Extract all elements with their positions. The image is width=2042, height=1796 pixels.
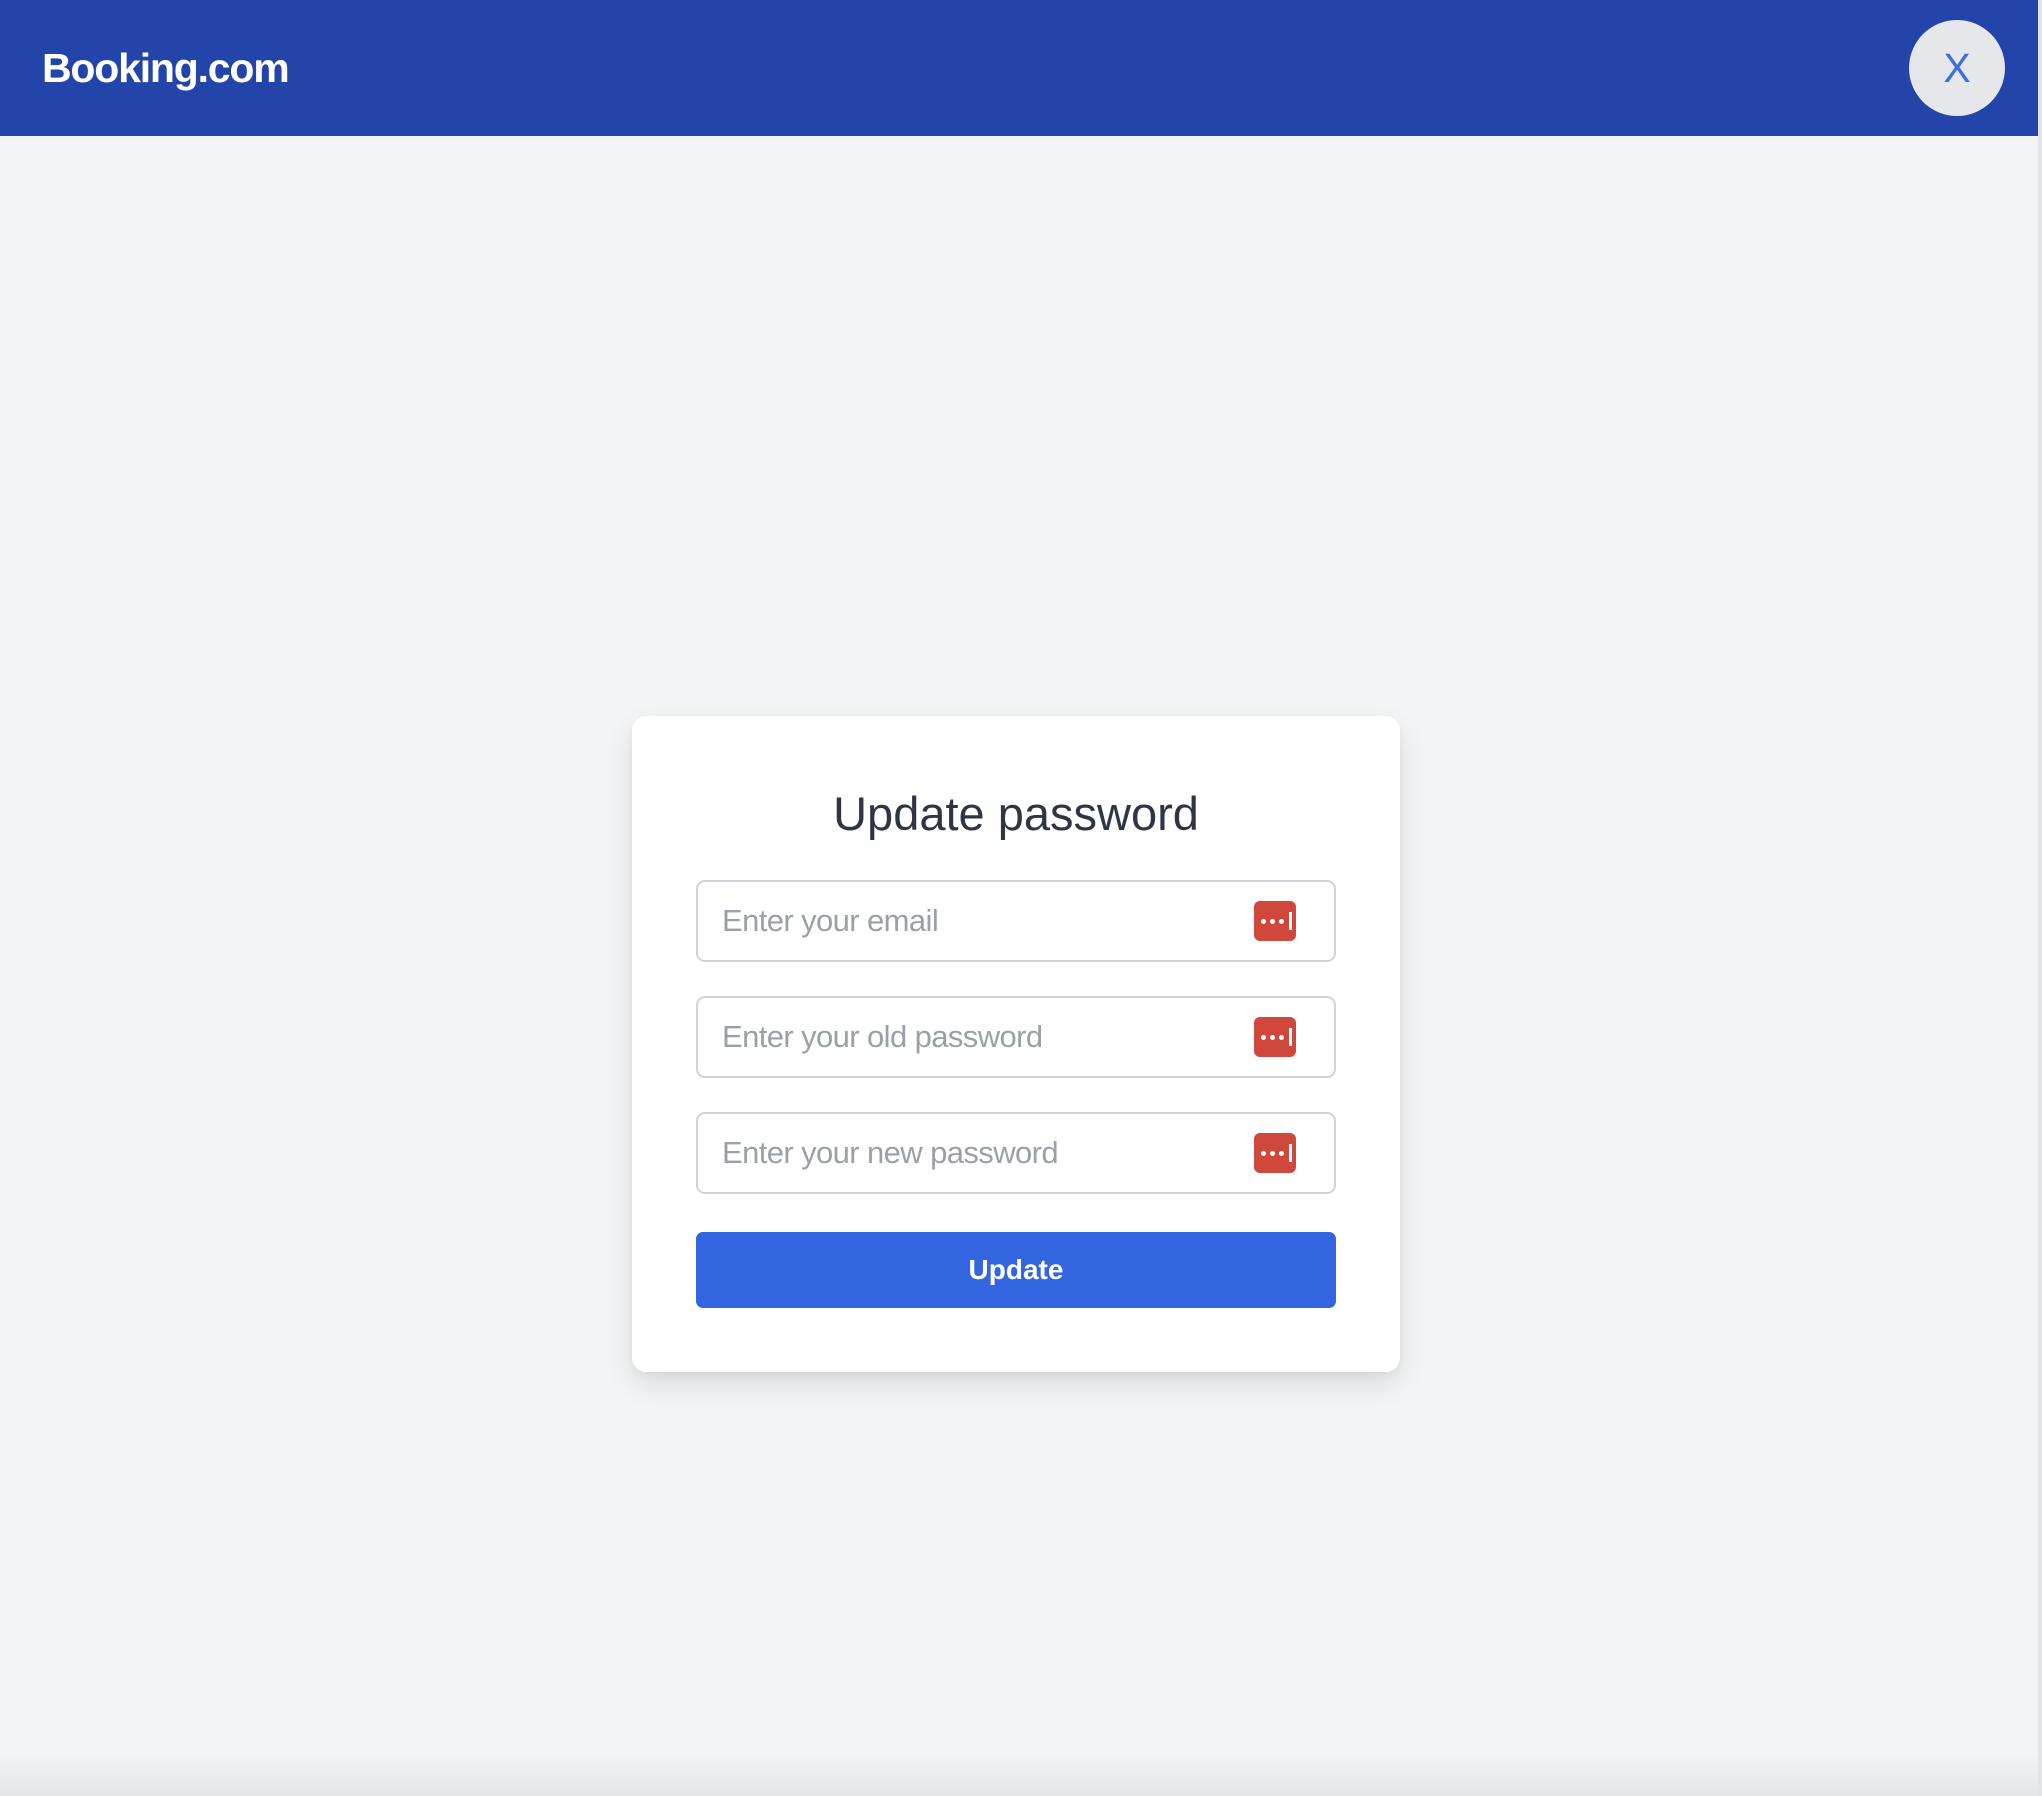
dot-icon: [1261, 1151, 1266, 1156]
cursor-bar-icon: [1289, 912, 1292, 930]
dot-icon: [1261, 919, 1266, 924]
window-edge: [2038, 0, 2042, 1796]
dot-icon: [1279, 1151, 1284, 1156]
password-manager-icon[interactable]: [1254, 901, 1296, 941]
bottom-shadow: [0, 1752, 2038, 1796]
old-password-field-container[interactable]: [696, 996, 1336, 1078]
update-password-card: Update password Enter your email Update: [632, 716, 1400, 1372]
new-password-field[interactable]: [722, 1114, 1242, 1192]
brand-logo[interactable]: Booking.com: [42, 44, 290, 92]
page-title: Update password: [833, 787, 1199, 840]
email-field-container[interactable]: [696, 880, 1336, 962]
dot-icon: [1270, 1151, 1275, 1156]
dot-icon: [1270, 919, 1275, 924]
password-manager-icon[interactable]: [1254, 1017, 1296, 1057]
password-manager-icon[interactable]: [1254, 1133, 1296, 1173]
dot-icon: [1270, 1035, 1275, 1040]
close-button[interactable]: X: [1909, 20, 2005, 116]
top-header: Booking.com X: [0, 0, 2038, 136]
app-window: Booking.com X Update password Enter your…: [0, 0, 2038, 1796]
update-button[interactable]: Update: [696, 1232, 1336, 1308]
new-password-field-container[interactable]: [696, 1112, 1336, 1194]
dot-icon: [1279, 919, 1284, 924]
old-password-field[interactable]: [722, 998, 1242, 1076]
email-field[interactable]: [722, 882, 1242, 960]
dot-icon: [1279, 1035, 1284, 1040]
cursor-bar-icon: [1289, 1144, 1292, 1162]
cursor-bar-icon: [1289, 1028, 1292, 1046]
dot-icon: [1261, 1035, 1266, 1040]
